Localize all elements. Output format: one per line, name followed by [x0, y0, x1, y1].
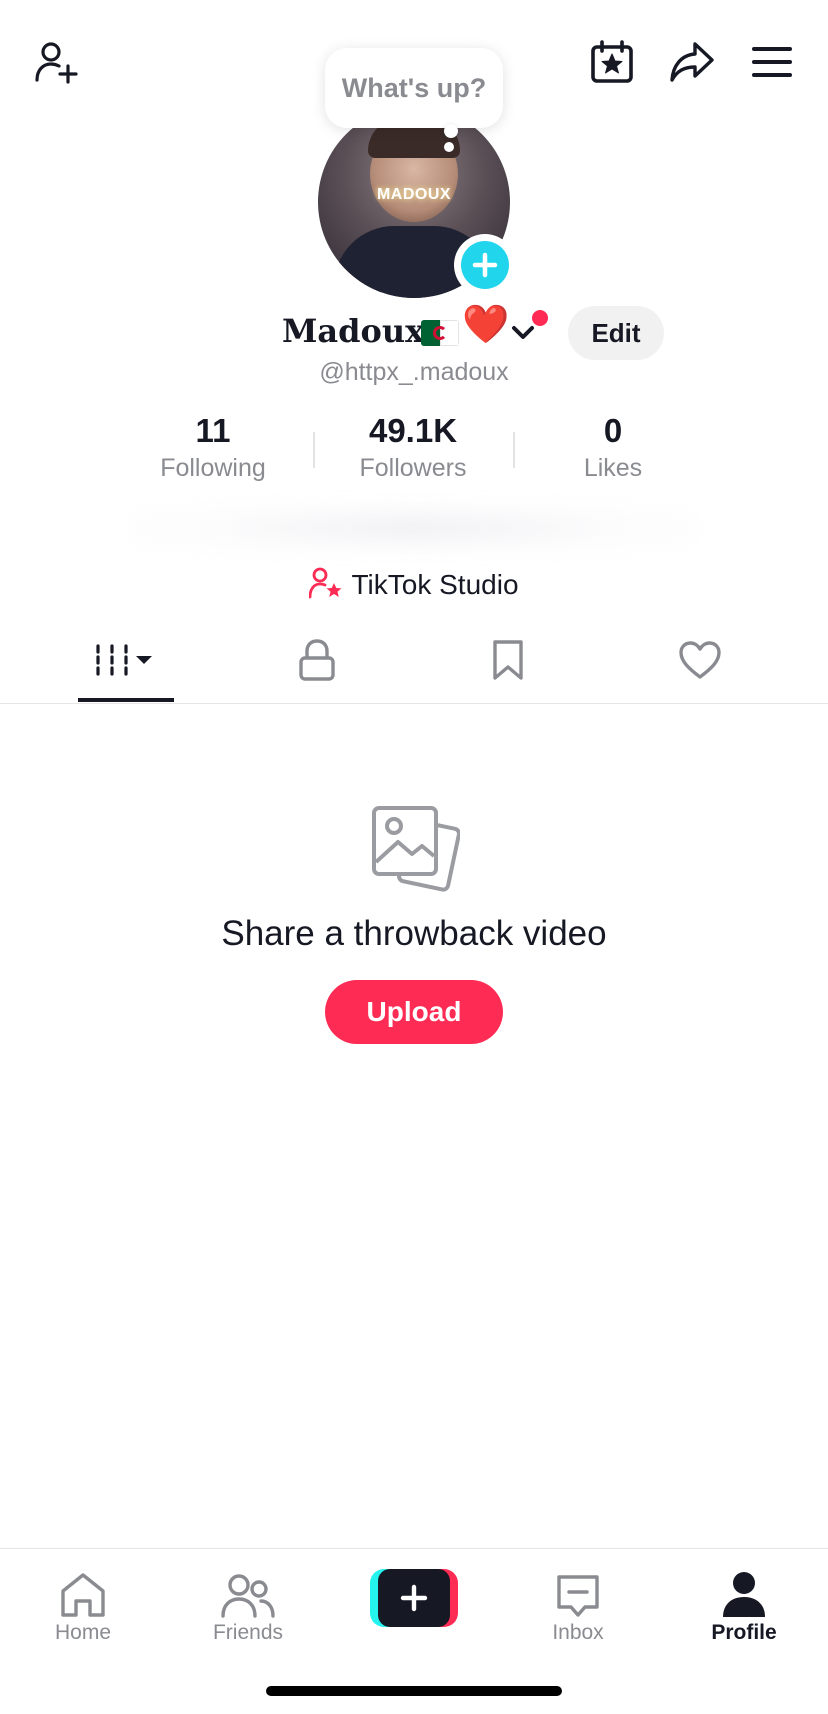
stat-value: 0 [603, 412, 623, 449]
empty-state-title: Share a throwback video [221, 914, 607, 953]
stat-label: Followers [359, 454, 467, 482]
grid-icon [94, 640, 156, 685]
tab-saved[interactable] [413, 620, 603, 704]
bubble-tail [444, 142, 454, 152]
edit-profile-button[interactable]: Edit [568, 306, 664, 360]
home-icon [8, 1563, 158, 1619]
heart-icon [678, 640, 722, 685]
stat-value: 11 [195, 412, 231, 449]
nav-friends[interactable]: Friends [173, 1563, 323, 1653]
upload-button[interactable]: Upload [325, 980, 503, 1044]
avatar-watermark: MADOUX [376, 186, 452, 203]
bookmark-icon [491, 639, 525, 686]
stat-followers[interactable]: 49.1K Followers [323, 412, 503, 483]
create-plus-icon [378, 1569, 450, 1627]
add-friend-icon[interactable] [28, 34, 84, 90]
stat-following[interactable]: 11 Following [123, 412, 303, 483]
calendar-star-icon[interactable] [584, 34, 640, 90]
creator-star-icon [309, 567, 343, 604]
nav-label: Home [54, 1621, 112, 1644]
content-tabs [0, 620, 828, 704]
photos-icon [368, 804, 461, 896]
add-story-button[interactable] [454, 234, 516, 296]
studio-label: TikTok Studio [351, 569, 519, 600]
nav-label: Profile [711, 1621, 777, 1644]
stat-value: 49.1K [368, 412, 458, 449]
nav-profile[interactable]: Profile [669, 1563, 819, 1653]
tab-liked[interactable] [605, 620, 795, 704]
heart-emoji: ❤️ [462, 304, 510, 346]
nav-label: Friends [212, 1621, 284, 1644]
stat-label: Following [160, 454, 266, 482]
tiktok-studio-link[interactable]: TikTok Studio [0, 562, 828, 608]
status-bubble[interactable]: What's up? [325, 48, 503, 128]
tab-videos[interactable] [30, 620, 220, 704]
name-row: Madoux ❤️ Edit [0, 300, 828, 366]
stat-likes[interactable]: 0 Likes [523, 412, 703, 483]
lock-icon [297, 638, 337, 687]
display-name: Madoux [282, 312, 425, 350]
bubble-tail [444, 124, 458, 138]
share-icon[interactable] [664, 34, 720, 90]
menu-icon[interactable] [744, 34, 800, 90]
plus-icon [461, 241, 509, 289]
divider [513, 432, 515, 468]
inbox-icon [503, 1563, 653, 1619]
profile-icon [669, 1563, 819, 1619]
algeria-flag-icon [421, 320, 459, 346]
notification-dot [532, 310, 548, 326]
bio-placeholder[interactable] [128, 500, 700, 556]
create-button[interactable] [370, 1569, 458, 1627]
home-indicator [266, 1686, 562, 1696]
friends-icon [173, 1563, 323, 1619]
nav-label: Inbox [552, 1621, 604, 1644]
tab-private[interactable] [222, 620, 412, 704]
active-tab-indicator [78, 698, 174, 702]
nav-inbox[interactable]: Inbox [503, 1563, 653, 1653]
stat-label: Likes [583, 454, 643, 482]
username: @httpx_.madoux [319, 358, 509, 386]
divider [313, 432, 315, 468]
nav-home[interactable]: Home [8, 1563, 158, 1653]
